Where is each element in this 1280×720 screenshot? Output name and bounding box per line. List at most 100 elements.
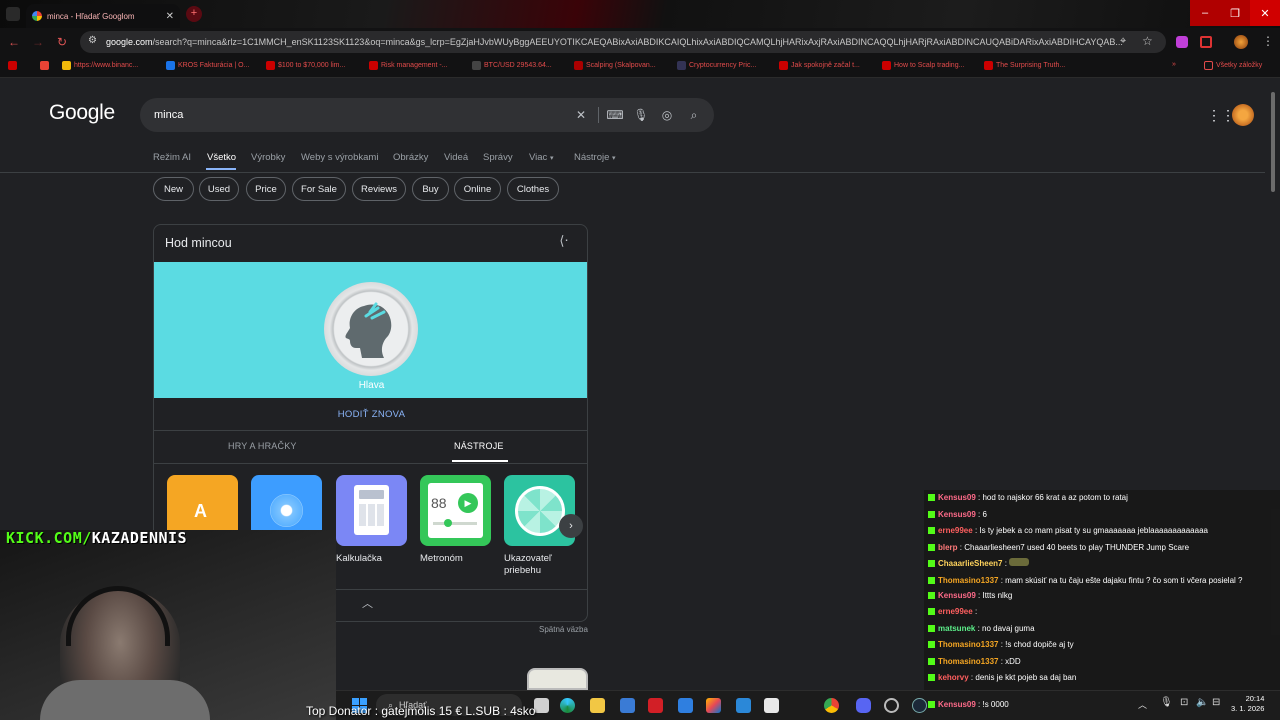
tab-news[interactable]: Správy (483, 152, 513, 163)
bookmark-item[interactable]: KROS Fakturácia | O... (166, 61, 249, 70)
extensions-puzzle-icon[interactable] (1200, 36, 1212, 48)
notifications-icon[interactable]: ⊟ (1212, 697, 1220, 708)
profile-avatar-icon[interactable] (1234, 35, 1248, 49)
bookmark-item[interactable]: The Surprising Truth... (984, 61, 1065, 70)
chat-text: : xDD (1000, 656, 1021, 666)
chip-buy[interactable]: Buy (412, 177, 449, 201)
bookmark-item[interactable]: Jak spokojně začal t... (779, 61, 860, 70)
chip-reviews[interactable]: Reviews (352, 177, 406, 201)
tab-tools[interactable]: NÁSTROJE (454, 441, 504, 451)
browser-menu-icon[interactable] (6, 7, 20, 21)
close-tab-icon[interactable]: ✕ (166, 11, 174, 22)
result-thumbnail[interactable] (527, 668, 588, 690)
search-icon[interactable]: ⌕ (685, 106, 703, 124)
chip-online[interactable]: Online (454, 177, 501, 201)
chip-price[interactable]: Price (246, 177, 286, 201)
tool-tile-metronome[interactable]: 88 ▶ (420, 475, 491, 546)
bookmark-item[interactable]: Cryptocurrency Pric... (677, 61, 756, 70)
bookmark-item[interactable]: BTC/USD 29543.64... (472, 61, 552, 70)
location-icon[interactable]: ⌖ (1120, 35, 1126, 48)
more-bookmarks-icon[interactable]: » (1172, 61, 1176, 68)
extension-icon[interactable] (1176, 36, 1188, 48)
site-info-icon[interactable]: ⚙ (88, 35, 97, 46)
network-icon[interactable]: ⊡ (1180, 697, 1188, 708)
search-input[interactable]: minca ✕ ⌨ 🎙 ◎ ⌕ (140, 98, 714, 132)
collapse-chevron-icon[interactable]: ︿ (362, 595, 373, 611)
task-view-icon[interactable] (534, 698, 549, 713)
tool-tile-calculator[interactable] (336, 475, 407, 546)
all-bookmarks-folder[interactable]: Všetky záložky (1204, 61, 1262, 70)
apps-grid-icon[interactable] (8, 61, 17, 70)
file-explorer-icon[interactable] (590, 698, 605, 713)
address-bar[interactable]: ⚙ google.com /search?q=minca&rlz=1C1MMCH… (80, 31, 1166, 53)
bookmark-item[interactable]: https://www.binanc... (62, 61, 138, 70)
app-circle-icon[interactable] (884, 698, 899, 713)
keyboard-icon[interactable]: ⌨ (606, 106, 624, 124)
scrollbar-thumb[interactable] (1271, 92, 1275, 192)
metronome-bpm: 88 (431, 495, 447, 511)
bookmark-item[interactable]: Risk management -... (369, 61, 448, 70)
bookmark-gmail[interactable] (40, 61, 49, 70)
tab-videos[interactable]: Videá (444, 152, 468, 163)
system-clock[interactable]: 20:14 3. 1. 2026 (1231, 694, 1264, 714)
feedback-link[interactable]: Spätná väzba (539, 625, 588, 634)
bookmark-item[interactable]: Scalping (Skalpovan... (574, 61, 656, 70)
mail-icon[interactable] (736, 698, 751, 713)
google-logo[interactable]: Google (49, 101, 115, 125)
chip-clothes[interactable]: Clothes (507, 177, 559, 201)
chat-message: ChaaarlieSheen7 : (928, 556, 1280, 573)
forward-icon[interactable]: → (30, 34, 46, 50)
tray-chevron-icon[interactable]: ︿ (1138, 698, 1147, 711)
edge-icon[interactable] (560, 698, 575, 713)
carousel-next-button[interactable]: › (559, 514, 583, 538)
chat-user: erne99ee (938, 526, 973, 535)
chat-text: : no davaj guma (977, 623, 1035, 633)
office-icon[interactable] (706, 698, 721, 713)
coin-heads-image[interactable] (324, 282, 418, 376)
chip-new[interactable]: New (153, 177, 194, 201)
new-tab-button[interactable]: + (186, 6, 202, 22)
clear-search-icon[interactable]: ✕ (572, 106, 590, 124)
tempo-slider (433, 522, 477, 525)
browser-more-icon[interactable]: ⋮ (1262, 34, 1274, 48)
minimize-button[interactable]: – (1190, 0, 1220, 26)
store-icon[interactable] (620, 698, 635, 713)
steam-icon[interactable] (912, 698, 927, 713)
chat-message: Thomasino1337 : !s chod dopiče aj ty (928, 637, 1280, 654)
back-icon[interactable]: ← (6, 34, 22, 50)
app-l-icon[interactable] (648, 698, 663, 713)
chrome-icon[interactable] (824, 698, 839, 713)
chip-used[interactable]: Used (199, 177, 239, 201)
tab-tools[interactable]: Nástroje ▾ (574, 152, 616, 163)
share-icon[interactable]: ⟨⋅ (554, 233, 574, 253)
microphone-icon[interactable]: 🎙 (632, 106, 650, 124)
coin-area[interactable]: Hlava (154, 262, 587, 398)
bookmark-item[interactable]: How to Scalp trading... (882, 61, 964, 70)
discord-icon[interactable] (856, 698, 871, 713)
flip-again-button[interactable]: HODIŤ ZNOVA (154, 409, 587, 420)
tab-product-sites[interactable]: Weby s výrobkami (301, 152, 378, 163)
tab-images[interactable]: Obrázky (393, 152, 428, 163)
active-tab-indicator (452, 460, 508, 462)
bookmark-item[interactable]: $100 to $70,000 lim... (266, 61, 345, 70)
lens-camera-icon[interactable]: ◎ (658, 106, 676, 124)
close-window-button[interactable]: ✕ (1250, 0, 1280, 26)
tab-products[interactable]: Výrobky (251, 152, 285, 163)
google-apps-icon[interactable]: ⋮⋮ (1207, 107, 1235, 124)
maximize-button[interactable]: ❐ (1220, 0, 1250, 26)
microphone-icon[interactable]: 🎙 (1160, 697, 1173, 708)
volume-icon[interactable]: 🔈 (1196, 697, 1208, 708)
browser-tab[interactable]: minca - Hľadať Googlom ✕ (26, 4, 180, 28)
chip-for-sale[interactable]: For Sale (292, 177, 346, 201)
word-icon[interactable] (764, 698, 779, 713)
app-blue-icon[interactable] (678, 698, 693, 713)
tab-more[interactable]: Viac ▾ (529, 152, 553, 163)
reload-icon[interactable]: ↻ (54, 34, 70, 50)
tab-ai-mode[interactable]: Režim AI (153, 152, 191, 163)
account-avatar[interactable] (1232, 104, 1254, 126)
coin-portrait-icon (345, 302, 392, 358)
tab-games-toys[interactable]: HRY A HRAČKY (228, 441, 297, 451)
tab-all[interactable]: Všetko (207, 152, 236, 163)
bookmark-star-icon[interactable]: ☆ (1142, 34, 1153, 48)
kick-badge-icon (928, 701, 935, 708)
